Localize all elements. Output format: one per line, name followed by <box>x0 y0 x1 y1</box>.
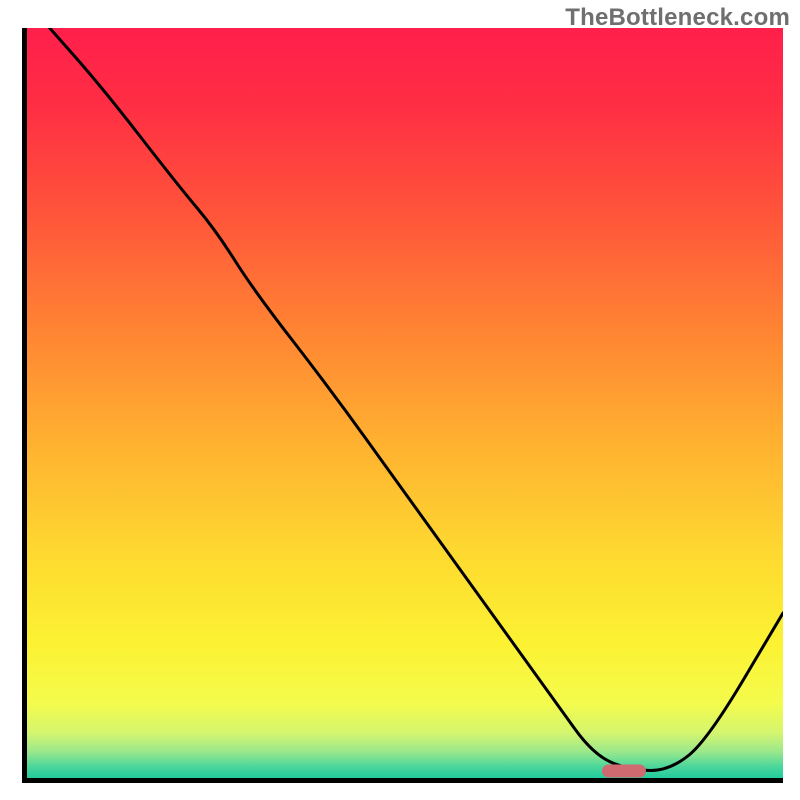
bottleneck-curve <box>27 28 783 778</box>
chart-frame: TheBottleneck.com <box>0 0 800 800</box>
optimum-marker <box>602 764 646 777</box>
plot-axes <box>22 28 783 783</box>
plot-area <box>27 28 783 778</box>
